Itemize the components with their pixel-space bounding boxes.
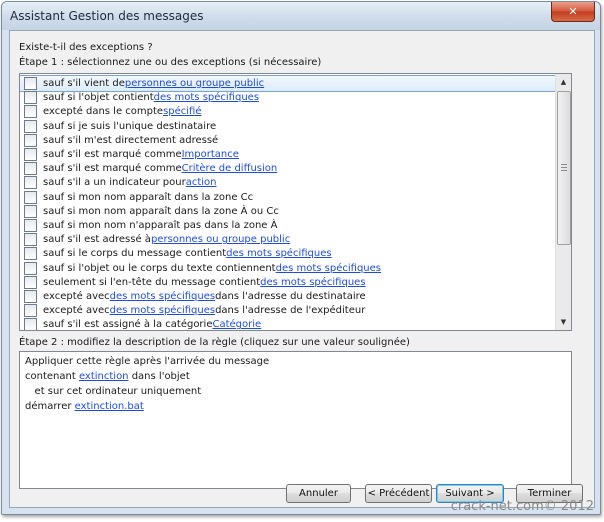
exception-link[interactable]: des mots spécifiques xyxy=(260,277,365,288)
exception-link[interactable]: Catégorie xyxy=(212,319,261,330)
exception-link[interactable]: des mots spécifiques xyxy=(226,248,331,259)
exception-text: sauf si mon nom apparaît dans la zone Cc xyxy=(43,191,254,203)
exception-text: excepté dans le compte xyxy=(43,106,164,118)
exception-checkbox[interactable] xyxy=(24,318,37,330)
exception-checkbox[interactable] xyxy=(24,176,37,190)
description-text: Appliquer cette règle après l'arrivée du… xyxy=(25,356,270,367)
exception-checkbox[interactable] xyxy=(24,133,37,147)
exception-text: sauf s'il vient de xyxy=(43,78,125,89)
watermark: crack-net.com© 2012 xyxy=(450,499,594,514)
exception-checkbox[interactable] xyxy=(24,219,37,232)
exception-link[interactable]: des mots spécifiques xyxy=(110,291,215,302)
previous-button[interactable]: < Précédent xyxy=(365,484,432,503)
exception-checkbox[interactable] xyxy=(24,148,37,161)
description-line: et sur cet ordinateur uniquement xyxy=(25,386,202,397)
exception-text: sauf si le corps du message contient xyxy=(43,248,227,260)
description-text: et sur cet ordinateur uniquement xyxy=(25,386,202,397)
description-line: démarrer extinction.bat xyxy=(25,401,144,412)
exception-checkbox[interactable] xyxy=(24,204,37,218)
cancel-button[interactable]: Annuler xyxy=(286,484,351,503)
exception-text: sauf si l'objet ou le corps du texte con… xyxy=(43,262,276,274)
exception-text: sauf s'il est marqué comme xyxy=(43,163,182,175)
exception-checkbox[interactable] xyxy=(24,77,37,90)
wizard-window: Assistant Gestion des messages ✕ Existe-… xyxy=(1,1,601,515)
exception-checkbox[interactable] xyxy=(24,275,37,289)
exception-checkbox[interactable] xyxy=(24,247,37,261)
list-scrollbar[interactable]: ▲ ▼ xyxy=(555,74,571,330)
exception-checkbox[interactable] xyxy=(24,105,37,119)
exception-text: sauf s'il est assigné à la catégorie xyxy=(43,319,213,331)
exception-row[interactable]: sauf s'il est marqué comme Critère de di… xyxy=(20,161,556,176)
exception-text: sauf si l'objet contient xyxy=(43,92,154,104)
exception-checkbox[interactable] xyxy=(24,233,37,247)
description-text-suffix: dans l'objet xyxy=(128,371,190,382)
exception-row[interactable]: excepté dans le compte spécifié xyxy=(20,104,556,119)
exception-link[interactable]: action xyxy=(186,177,217,188)
exception-text: sauf s'il est adressé à xyxy=(43,234,151,246)
exception-link[interactable]: Importance xyxy=(182,149,239,160)
exception-row[interactable]: sauf si mon nom apparaît dans la zone Cc xyxy=(20,190,556,205)
exception-link[interactable]: personnes ou groupe public xyxy=(125,78,264,89)
exception-row[interactable]: sauf s'il est marqué comme Importance xyxy=(20,147,556,162)
exception-row[interactable]: sauf s'il m'est directement adressé xyxy=(20,133,556,148)
step1-label: Étape 1 : sélectionnez une ou des except… xyxy=(19,57,322,68)
exception-row[interactable]: sauf si je suis l'unique destinataire xyxy=(20,119,556,134)
exceptions-list[interactable]: sauf s'il vient de personnes ou groupe p… xyxy=(19,73,572,331)
close-button[interactable]: ✕ xyxy=(551,2,595,22)
exception-row[interactable]: sauf si le corps du message contient des… xyxy=(20,246,556,261)
exception-checkbox[interactable] xyxy=(24,91,37,105)
exception-checkbox[interactable] xyxy=(24,290,37,303)
exception-link[interactable]: spécifié xyxy=(163,106,201,117)
exception-row[interactable]: sauf s'il vient de personnes ou groupe p… xyxy=(20,75,557,92)
description-link[interactable]: extinction.bat xyxy=(75,401,144,412)
exception-row[interactable]: seulement si l'en-tête du message contie… xyxy=(20,275,556,290)
exception-text: sauf si mon nom apparaît dans la zone À … xyxy=(43,205,279,217)
scroll-up-icon[interactable]: ▲ xyxy=(556,74,571,90)
exception-text: sauf si je suis l'unique destinataire xyxy=(43,120,217,132)
exception-link[interactable]: des mots spécifiques xyxy=(154,92,259,103)
description-link[interactable]: extinction xyxy=(79,371,129,382)
exception-row[interactable]: excepté avec des mots spécifiques dans l… xyxy=(20,303,556,318)
exception-row[interactable]: sauf s'il est assigné à la catégorie Cat… xyxy=(20,317,556,331)
description-text: démarrer xyxy=(25,401,75,412)
description-line: contenant extinction dans l'objet xyxy=(25,371,190,382)
exception-checkbox[interactable] xyxy=(24,119,37,133)
scroll-thumb[interactable] xyxy=(557,91,571,245)
exception-text: seulement si l'en-tête du message contie… xyxy=(43,276,261,288)
wizard-body: Existe-t-il des exceptions ? Étape 1 : s… xyxy=(9,30,595,508)
exception-row[interactable]: sauf si mon nom apparaît dans la zone À … xyxy=(20,204,556,219)
exception-text-suffix: dans l'adresse de l'expéditeur xyxy=(215,305,366,317)
exception-row[interactable]: sauf si mon nom n'apparaît pas dans la z… xyxy=(20,218,556,233)
description-text: contenant xyxy=(25,371,79,382)
exception-link[interactable]: des mots spécifiques xyxy=(110,305,215,316)
exception-row[interactable]: sauf s'il est adressé à personnes ou gro… xyxy=(20,232,556,247)
step2-label: Étape 2 : modifiez la description de la … xyxy=(19,337,410,348)
exception-checkbox[interactable] xyxy=(24,304,37,318)
description-line: Appliquer cette règle après l'arrivée du… xyxy=(25,356,269,367)
exception-text: excepté avec xyxy=(43,305,110,317)
exception-text: excepté avec xyxy=(43,291,110,302)
exception-row[interactable]: excepté avec des mots spécifiques dans l… xyxy=(20,289,556,304)
exception-link[interactable]: des mots spécifiques xyxy=(276,263,381,274)
exception-row[interactable]: sauf s'il a un indicateur pour action xyxy=(20,175,556,190)
scroll-down-icon[interactable]: ▼ xyxy=(556,314,571,330)
exceptions-question: Existe-t-il des exceptions ? xyxy=(19,42,153,53)
exception-text: sauf s'il a un indicateur pour xyxy=(43,177,186,189)
exception-checkbox[interactable] xyxy=(24,261,37,275)
exception-text-suffix: dans l'adresse du destinataire xyxy=(215,291,366,302)
close-icon: ✕ xyxy=(568,5,578,18)
exception-row[interactable]: sauf si l'objet contient des mots spécif… xyxy=(20,90,556,105)
exception-checkbox[interactable] xyxy=(24,190,37,204)
rule-description: Appliquer cette règle après l'arrivée du… xyxy=(19,351,572,489)
window-title: Assistant Gestion des messages xyxy=(10,9,204,23)
exception-row[interactable]: sauf si l'objet ou le corps du texte con… xyxy=(20,261,556,276)
exception-checkbox[interactable] xyxy=(24,162,37,176)
exception-text: sauf s'il m'est directement adressé xyxy=(43,134,219,146)
title-bar[interactable]: Assistant Gestion des messages ✕ xyxy=(2,2,600,30)
exception-text: sauf si mon nom n'apparaît pas dans la z… xyxy=(43,220,278,231)
exception-link[interactable]: Critère de diffusion xyxy=(182,163,278,174)
exception-link[interactable]: personnes ou groupe public xyxy=(151,234,290,245)
exception-text: sauf s'il est marqué comme xyxy=(43,149,182,160)
